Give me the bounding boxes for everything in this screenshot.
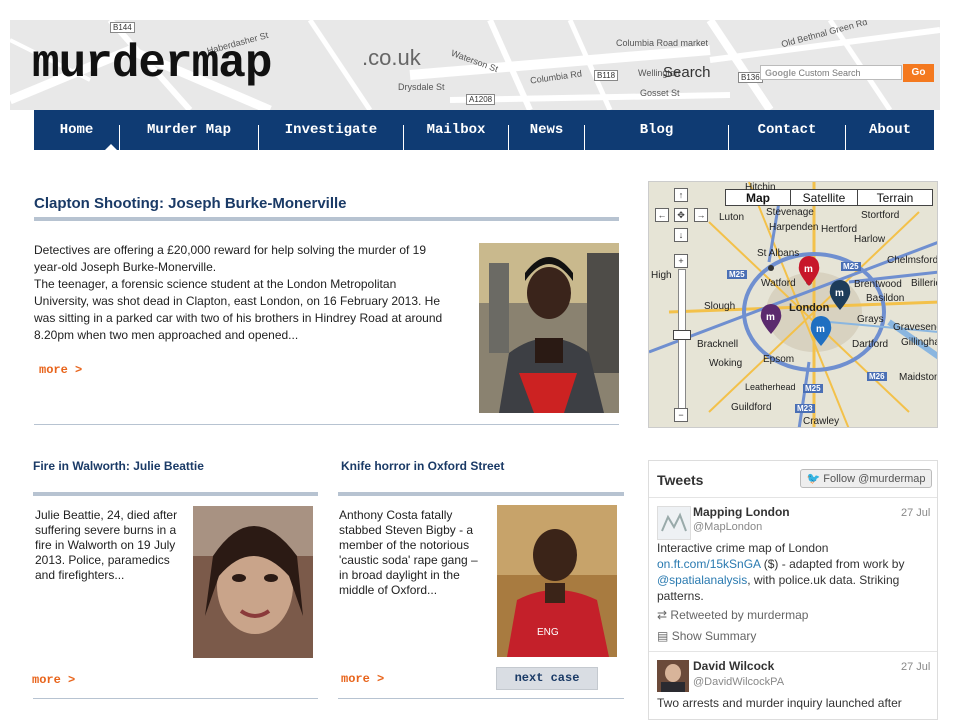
featured-case-summary: Detectives are offering a £20,000 reward… <box>34 242 444 344</box>
divider <box>649 497 937 498</box>
svg-text:ENG: ENG <box>537 627 559 638</box>
divider <box>33 492 318 496</box>
search-label: Search <box>663 64 711 81</box>
featured-case-title[interactable]: Clapton Shooting: Joseph Burke-Monervill… <box>34 195 347 212</box>
case-summary: Julie Beattie, 24, died after suffering … <box>35 508 178 582</box>
summary-icon: ▤ <box>657 629 669 643</box>
summary-paragraph: The teenager, a forensic science student… <box>34 277 443 342</box>
tweet-mention[interactable]: @spatialanalysis <box>657 573 747 587</box>
case-title[interactable]: Knife horror in Oxford Street <box>341 459 504 473</box>
tweet-date[interactable]: 27 Jul <box>901 661 930 673</box>
tweet-link[interactable]: on.ft.com/15kSnGA <box>657 557 760 571</box>
google-brand: Google <box>765 68 796 78</box>
summary-paragraph: Detectives are offering a £20,000 reward… <box>34 243 427 274</box>
nav-blog[interactable]: Blog <box>585 110 728 150</box>
follow-button[interactable]: 🐦 Follow @murdermap <box>800 469 932 488</box>
tweet-text-part: Interactive crime map of London <box>657 541 829 555</box>
crime-map[interactable]: Map Satellite Terrain ↑ ← ✥ → ↓ + − Hitc… <box>648 181 938 428</box>
victim-photo[interactable] <box>193 506 313 658</box>
tweet-date[interactable]: 27 Jul <box>901 507 930 519</box>
svg-text:m: m <box>816 324 825 335</box>
show-summary-label: Show Summary <box>671 629 757 643</box>
retweet-text: Retweeted by murdermap <box>670 608 809 622</box>
divider <box>338 698 624 699</box>
tweet-author-handle[interactable]: @DavidWilcockPA <box>693 676 784 688</box>
road-number: B144 <box>110 22 135 33</box>
nav-contact[interactable]: Contact <box>729 110 845 150</box>
next-case-button[interactable]: next case <box>496 667 598 690</box>
search-go-button[interactable]: Go <box>903 64 934 82</box>
search-placeholder: Custom Search <box>798 68 861 78</box>
victim-photo[interactable] <box>479 243 619 413</box>
avatar[interactable] <box>657 506 691 540</box>
site-logo[interactable]: murdermap <box>32 38 272 90</box>
divider <box>33 698 318 699</box>
road-number: A1208 <box>466 94 496 105</box>
nav-investigate[interactable]: Investigate <box>259 110 403 150</box>
featured-more-link[interactable]: more > <box>39 363 82 377</box>
tweet-text: Two arrests and murder inquiry launched … <box>657 696 902 710</box>
svg-text:m: m <box>804 264 813 275</box>
divider <box>649 651 937 652</box>
tweet-text: Interactive crime map of London on.ft.co… <box>657 540 927 604</box>
twitter-widget: Tweets 🐦 Follow @murdermap Mapping Londo… <box>648 460 938 720</box>
avatar[interactable] <box>657 660 689 692</box>
follow-button-label: Follow @murdermap <box>823 473 926 485</box>
search-input[interactable]: Google Custom Search <box>760 65 902 80</box>
nav-about[interactable]: About <box>846 110 934 150</box>
case-more-link[interactable]: more > <box>32 673 75 687</box>
svg-text:m: m <box>835 288 844 299</box>
map-label: Columbia Road market <box>616 38 709 48</box>
map-label: Gosset St <box>640 88 680 98</box>
tweet-author-name[interactable]: David Wilcock <box>693 659 774 673</box>
case-title[interactable]: Fire in Walworth: Julie Beattie <box>33 459 204 473</box>
active-nav-marker <box>105 144 117 150</box>
tweets-title: Tweets <box>657 472 704 488</box>
divider <box>34 424 619 425</box>
svg-text:m: m <box>766 312 775 323</box>
tweet-author-name[interactable]: Mapping London <box>693 505 790 519</box>
tweet-text-part: ($) - adapted from work by <box>763 557 905 571</box>
nav-news[interactable]: News <box>509 110 584 150</box>
map-pins: m m m m <box>760 256 851 346</box>
retweet-icon: ⇄ <box>657 608 668 622</box>
divider <box>338 492 624 496</box>
map-marker-pin[interactable]: m <box>829 280 851 310</box>
road-number: B118 <box>594 70 619 81</box>
victim-photo[interactable]: ENG <box>497 505 617 657</box>
road-number: B136 <box>738 72 763 83</box>
show-summary-link[interactable]: ▤ Show Summary <box>657 629 756 643</box>
site-logo-tld: .co.uk <box>362 45 421 70</box>
nav-mailbox[interactable]: Mailbox <box>404 110 508 150</box>
case-summary: Anthony Costa fatally stabbed Steven Big… <box>339 508 478 597</box>
twitter-bird-icon: 🐦 <box>806 473 821 485</box>
tweet-author-handle[interactable]: @MapLondon <box>693 521 762 533</box>
case-more-link[interactable]: more > <box>341 672 384 686</box>
nav-murder-map[interactable]: Murder Map <box>120 110 258 150</box>
divider <box>34 217 619 221</box>
main-nav: Home Murder Map Investigate Mailbox News… <box>34 110 934 150</box>
map-label: Drysdale St <box>398 82 445 92</box>
header-banner: Haberdasher St Waterson St Drysdale St C… <box>10 20 940 110</box>
retweet-info: ⇄ Retweeted by murdermap <box>657 608 808 622</box>
map-marker-pin[interactable]: m <box>760 304 782 334</box>
map-marker-pin[interactable]: m <box>810 316 832 346</box>
map-marker-pin[interactable]: m <box>798 256 820 286</box>
